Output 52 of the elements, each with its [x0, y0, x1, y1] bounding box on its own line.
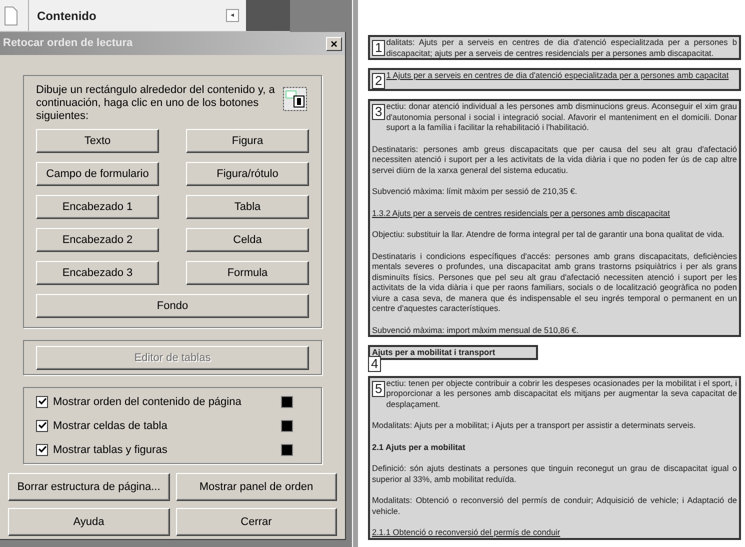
- dialog-button[interactable]: Ayuda: [8, 508, 170, 536]
- dialog-button[interactable]: Cerrar: [176, 508, 337, 536]
- panel-title: Contenido: [37, 8, 98, 24]
- page-icon: [4, 6, 18, 26]
- background-button[interactable]: Fondo: [36, 294, 309, 318]
- paragraph: dalitats: Ajuts per a serveis en centres de dia d'atenció especialitzada per a persones b discapacitat; ajuts per a serveis de centres residencials per a persones amb discapacitat.: [386, 37, 737, 58]
- checkbox[interactable]: [36, 444, 48, 456]
- paragraph: Subvenció màxima: import màxim mensual de 510,86 €.: [372, 324, 580, 335]
- dialog-button[interactable]: Mostrar panel de orden: [176, 473, 337, 502]
- paragraph: Destinataris: persones amb greus discapacitats que per causa del seu alt grau d'afectació necessiten atenció i suport per a les activitats de la vida diària i que no poden fer ús de cap altre servei diürn de la xarxa general del sistema educatiu.: [372, 144, 737, 175]
- order-number: 4: [368, 356, 382, 372]
- dialog-button[interactable]: Borrar estructura de página...: [8, 473, 170, 502]
- option-label: Mostrar tablas y figuras: [53, 442, 168, 458]
- paragraph: ectiu: donar atenció individual a les persones amb disminucions greus. Aconseguir el xim grau d'autonomia personal i social i integració social. Afavorir el manteniment en el domicili. Donar suport a la família i facilitar la rehabilitació i l'habilitació.: [386, 101, 737, 132]
- tag-button[interactable]: Encabezado 3: [36, 261, 159, 285]
- tag-button[interactable]: Figura/rótulo: [186, 162, 309, 186]
- dialog-title: Retocar orden de lectura: [3, 36, 134, 52]
- paragraph: ectiu: tenen per objecte contribuir a cobrir les despeses ocasionades per la mobilitat i el sport, i proporcionar a les persones amb discapacitat els mitjans per augmentar la seva capacitat de desplaçament.: [386, 378, 737, 409]
- tag-button[interactable]: Figura: [186, 129, 309, 153]
- checkbox[interactable]: [36, 396, 48, 408]
- order-number: 5: [372, 380, 386, 396]
- paragraph: Modalitats: Ajuts per a mobilitat; i Ajuts per a transport per assistir a determinats serveis.: [372, 420, 697, 430]
- close-button[interactable]: ×: [326, 36, 342, 50]
- option-label: Mostrar orden del contenido de página: [53, 394, 242, 410]
- paragraph: Subvenció màxima: límit màxim per sessió de 210,35 €.: [372, 186, 578, 196]
- reading-order-icon: [283, 87, 307, 111]
- checkbox[interactable]: [36, 420, 48, 432]
- order-number: 3: [372, 104, 386, 120]
- tag-button[interactable]: Formula: [186, 261, 309, 285]
- tag-button[interactable]: Texto: [36, 129, 159, 153]
- tag-button[interactable]: Celda: [186, 228, 309, 252]
- order-number: 1: [372, 40, 386, 56]
- color-swatch[interactable]: [281, 420, 293, 432]
- color-swatch[interactable]: [281, 396, 293, 408]
- paragraph: Modalitats: Obtenció o reconversió del permís de conduir; Adquisició de vehicle; i Adaptació de vehicle.: [372, 495, 737, 516]
- paragraph: Objectiu: substituir la llar. Atendre de forma integral per tal de garantir una bona qualitat de vida.: [372, 229, 726, 240]
- section-link[interactable]: 2.1.1 Obtenció o reconversió del permís de conduir: [372, 527, 737, 538]
- tag-button[interactable]: Campo de formulario: [36, 162, 159, 186]
- paragraph: Destinataris i condicions específiques d'accés: persones amb grans discapacitats, deficiències mentals severes o profundes, una discapacitat amb grans trastorns psiquiàtrics i per als grans disminuïts físics. Persones que pel seu alt grau d'afectació necessiten atenció i suport per les activitats de la vida diària i que per raons familiars, socials o de localització geogràfica no poden viure a casa seva, de manera que és indispensable el seu ingrés temporal o permanent en un centre d'aquestes característiques.: [372, 250, 737, 314]
- section-heading: 2.1 Ajuts per a mobilitat: [372, 442, 466, 452]
- tag-button[interactable]: Encabezado 1: [36, 195, 159, 219]
- paragraph: Definició: són ajuts destinats a persones que tinguin reconegut un grau de discapacitat igual o superior al 33%, amb mobilitat reduïda.: [372, 463, 737, 484]
- color-swatch[interactable]: [281, 444, 293, 456]
- section-link[interactable]: 1.3.2 Ajuts per a serveis de centres residencials per a persones amb discapacitat: [372, 208, 737, 218]
- section-link[interactable]: 1 Ajuts per a serveis en centres de dia d'atenció especialitzada per a persones amb capacitat: [386, 70, 737, 80]
- order-number: 2: [372, 73, 386, 89]
- instructions: Dibuje un rectángulo alrededor del contenido y, a continuación, haga clic en uno de los botones siguientes:: [36, 84, 275, 123]
- option-label: Mostrar celdas de tabla: [53, 418, 168, 434]
- section-heading: Ajuts per a mobilitat i transport: [372, 347, 496, 358]
- side-panel: [246, 0, 290, 31]
- tag-button[interactable]: Encabezado 2: [36, 228, 159, 252]
- tag-button[interactable]: Tabla: [186, 195, 309, 219]
